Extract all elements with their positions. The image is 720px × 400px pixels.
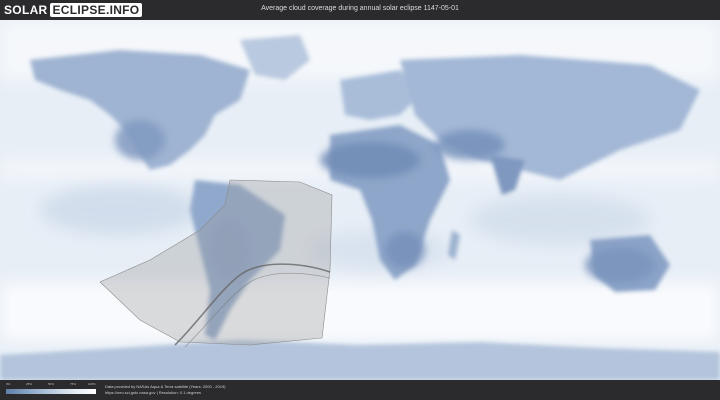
legend-color-scale — [6, 389, 96, 394]
legend-tick: 75% — [70, 382, 77, 386]
legend-tick: 100% — [88, 382, 96, 386]
legend-ticks: 0% 25% 50% 75% 100% — [6, 382, 96, 388]
cloud-coverage-map — [0, 20, 720, 380]
data-credits: Data provided by NASAs Aqua & Terra sate… — [105, 384, 226, 396]
page-title: Average cloud coverage during annual sol… — [261, 5, 459, 12]
header-bar: SOLAR ECLIPSE.INFO Average cloud coverag… — [0, 0, 720, 20]
world-map-svg — [0, 20, 720, 380]
footer-bar: 0% 25% 50% 75% 100% Data provided by NAS… — [0, 380, 720, 400]
legend-tick: 50% — [48, 382, 55, 386]
cloud-coverage-legend: 0% 25% 50% 75% 100% — [6, 382, 96, 398]
legend-tick: 0% — [6, 382, 11, 386]
credits-line-2[interactable]: https://neo.sci.gsfc.nasa.gov | Resoluti… — [105, 390, 226, 396]
legend-tick: 25% — [26, 382, 33, 386]
